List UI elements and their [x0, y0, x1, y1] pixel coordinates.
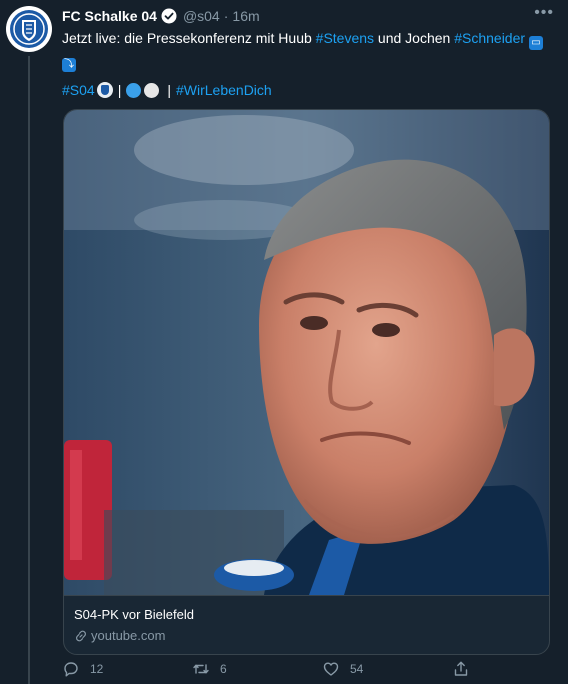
retweet-button[interactable]: 6 — [192, 660, 227, 678]
link-card-domain: youtube.com — [91, 628, 166, 643]
reply-count: 12 — [90, 662, 104, 676]
schalke-hashflag-icon — [96, 82, 113, 98]
more-options-button[interactable]: ••• — [534, 4, 554, 22]
tweet-actions: 12 6 54 — [62, 660, 482, 684]
heart-icon — [323, 662, 339, 676]
like-button[interactable]: 54 — [322, 660, 363, 678]
schalke-crest-icon — [10, 10, 48, 48]
reply-icon — [64, 662, 78, 677]
separator: | — [117, 82, 122, 98]
tweet[interactable]: FC Schalke 04 @s04 · 16m ••• Jetzt live:… — [0, 0, 568, 684]
separator-dot: · — [223, 8, 229, 24]
author-name[interactable]: FC Schalke 04 — [62, 8, 157, 24]
link-card-footer[interactable]: S04-PK vor Bielefeld youtube.com — [64, 595, 549, 654]
link-card[interactable]: S04-PK vor Bielefeld youtube.com — [63, 109, 550, 655]
blue-circle-emoji-icon — [126, 82, 142, 98]
verified-badge-icon — [161, 8, 177, 24]
arrow-emoji-icon: ⤵ — [62, 58, 76, 72]
retweet-count: 6 — [220, 662, 227, 676]
share-button[interactable] — [452, 660, 470, 678]
link-icon — [76, 630, 86, 641]
reply-button[interactable]: 12 — [62, 660, 103, 678]
tweet-timestamp[interactable]: 16m — [232, 8, 259, 24]
tv-emoji-icon: ▭ — [528, 36, 543, 50]
author-avatar[interactable] — [6, 6, 52, 52]
tweet-header: FC Schalke 04 @s04 · 16m — [62, 6, 260, 26]
thread-line — [28, 56, 30, 684]
hashtag-s04[interactable]: #S04 — [62, 80, 95, 100]
press-conference-photo — [64, 110, 549, 595]
tweet-text-segment: Jetzt live: die Pressekonferenz mit Huub — [62, 30, 316, 46]
share-icon — [454, 661, 468, 676]
hashtag-schneider[interactable]: #Schneider — [454, 30, 525, 46]
hashtag-stevens[interactable]: #Stevens — [316, 30, 374, 46]
tweet-tags-line: #S04 | | #WirLebenDich — [62, 80, 272, 100]
retweet-icon — [193, 664, 209, 674]
white-circle-emoji-icon — [144, 82, 160, 98]
tweet-text-segment: und Jochen — [374, 30, 455, 46]
tweet-text: Jetzt live: die Pressekonferenz mit Huub… — [62, 28, 552, 72]
separator: | — [167, 82, 171, 98]
hashtag-wirlebendich[interactable]: #WirLebenDich — [176, 80, 272, 100]
link-card-domain-row: youtube.com — [74, 628, 165, 643]
link-card-title[interactable]: S04-PK vor Bielefeld — [74, 607, 194, 622]
like-count: 54 — [350, 662, 364, 676]
author-handle[interactable]: @s04 — [183, 8, 220, 24]
